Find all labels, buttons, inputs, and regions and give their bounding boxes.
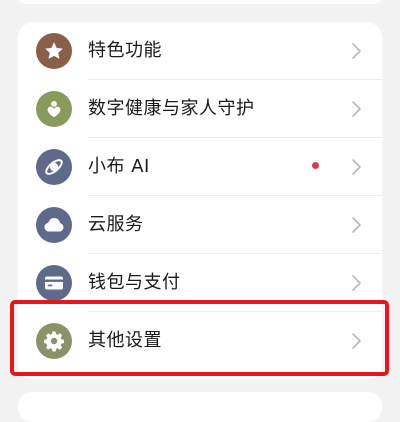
- settings-item-digital-wellbeing[interactable]: 数字健康与家人守护: [18, 80, 382, 138]
- settings-item-label: 小布 AI: [88, 156, 150, 177]
- next-section-card: [18, 392, 382, 422]
- chevron-right-icon: [352, 275, 361, 291]
- chevron-right-icon: [352, 101, 361, 117]
- cloud-icon: [36, 207, 72, 243]
- chevron-right-icon: [352, 159, 361, 175]
- notification-badge-dot: [312, 162, 319, 169]
- star-icon: [36, 33, 72, 69]
- heart-person-icon: [36, 91, 72, 127]
- settings-item-label: 钱包与支付: [88, 272, 181, 293]
- chevron-right-icon: [352, 217, 361, 233]
- ai-assistant-icon: [36, 149, 72, 185]
- settings-item-cloud-service[interactable]: 云服务: [18, 196, 382, 254]
- settings-item-label: 其他设置: [88, 330, 162, 351]
- settings-list-card: 特色功能 数字健康与家人守护 小布 AI 云服务 钱包与支付 其他设置: [18, 22, 382, 380]
- settings-item-label: 云服务: [88, 214, 144, 235]
- settings-item-label: 特色功能: [88, 40, 162, 61]
- previous-section-card: [18, 0, 382, 4]
- gear-icon: [36, 323, 72, 359]
- settings-item-label: 数字健康与家人守护: [88, 98, 255, 119]
- chevron-right-icon: [352, 43, 361, 59]
- settings-item-breeno-ai[interactable]: 小布 AI: [18, 138, 382, 196]
- chevron-right-icon: [352, 333, 361, 349]
- settings-item-featured-functions[interactable]: 特色功能: [18, 22, 382, 80]
- wallet-card-icon: [36, 265, 72, 301]
- settings-item-wallet-payment[interactable]: 钱包与支付: [18, 254, 382, 312]
- settings-item-other-settings[interactable]: 其他设置: [18, 312, 382, 370]
